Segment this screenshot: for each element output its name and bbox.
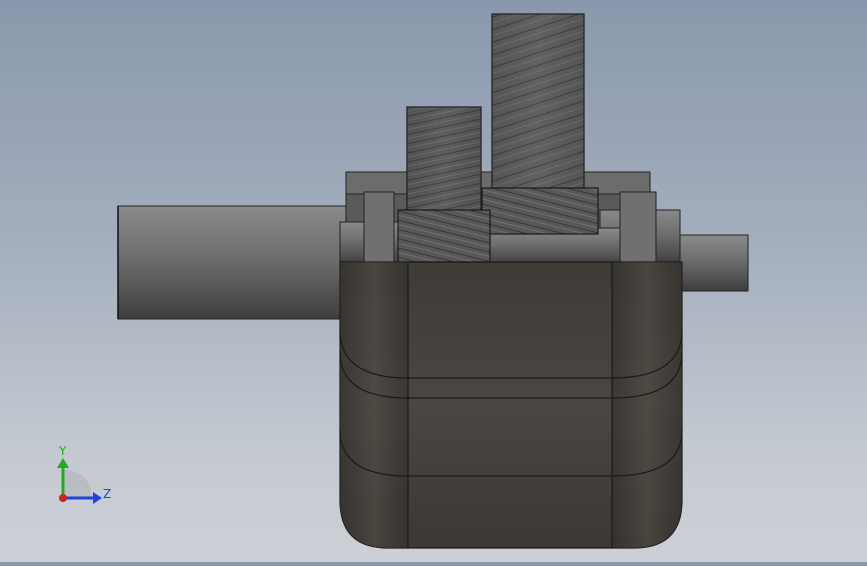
orientation-triad: Y Z — [57, 444, 111, 504]
small-helical-gear[interactable] — [406, 106, 482, 216]
x-axis-point — [59, 494, 67, 502]
z-axis-label: Z — [103, 487, 111, 501]
3d-viewport[interactable]: Y Z — [0, 0, 867, 562]
large-helical-gear[interactable] — [491, 13, 585, 195]
input-shaft-left[interactable] — [117, 205, 351, 320]
pinion-gear[interactable] — [397, 209, 491, 263]
intermediate-helical-gear[interactable] — [481, 187, 599, 235]
y-axis-label: Y — [58, 444, 67, 458]
gearbox-housing[interactable] — [339, 261, 683, 549]
